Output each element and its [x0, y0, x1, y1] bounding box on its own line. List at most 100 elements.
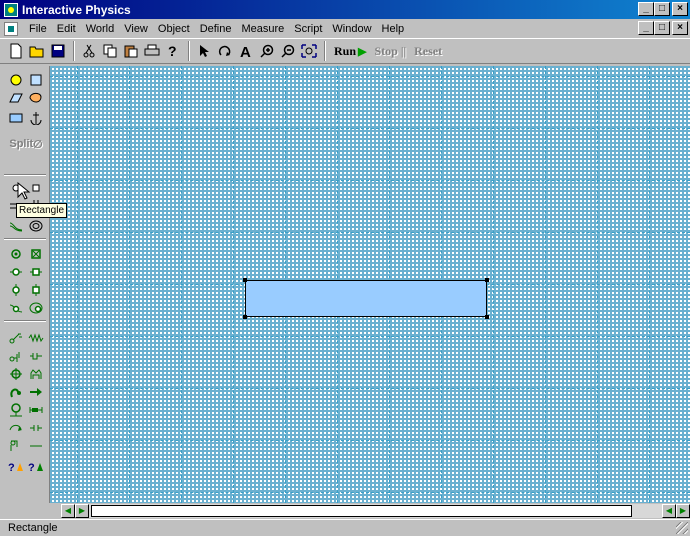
doc-close-button[interactable]: × — [672, 21, 688, 35]
resize-handle[interactable] — [485, 315, 489, 319]
document-icon[interactable] — [4, 21, 18, 36]
maximize-button[interactable]: □ — [654, 2, 670, 16]
scroll-track[interactable] — [89, 503, 662, 518]
copy-icon[interactable] — [100, 41, 120, 61]
line-icon[interactable] — [26, 436, 46, 456]
split-label: Split — [9, 138, 34, 150]
zoom-out-icon[interactable] — [278, 41, 298, 61]
new-file-icon[interactable] — [6, 41, 26, 61]
rectangle-body[interactable] — [245, 280, 487, 317]
menu-world[interactable]: World — [81, 23, 120, 35]
resize-grip-icon[interactable] — [676, 522, 688, 534]
scroll-right-icon[interactable]: ▶ — [75, 503, 89, 518]
menu-file[interactable]: File — [24, 23, 52, 35]
menu-window[interactable]: Window — [327, 23, 376, 35]
scroll-end-left-icon[interactable]: ◀ — [662, 503, 676, 518]
stop-label: Stop — [374, 43, 398, 58]
menu-measure[interactable]: Measure — [236, 23, 289, 35]
rigid-joint-icon[interactable] — [26, 244, 46, 264]
torque-icon[interactable] — [6, 418, 26, 438]
status-bar: Rectangle — [0, 519, 690, 536]
spring-damper-icon[interactable] — [26, 346, 46, 366]
rope-icon[interactable] — [6, 382, 26, 402]
zoom-fit-icon[interactable] — [299, 41, 319, 61]
svg-text:?: ? — [8, 462, 15, 473]
curved-slot-icon[interactable] — [6, 216, 26, 236]
cut-icon[interactable] — [79, 41, 99, 61]
menu-help[interactable]: Help — [377, 23, 410, 35]
run-button[interactable]: Run ▶ — [330, 44, 370, 59]
save-icon[interactable] — [48, 41, 68, 61]
scroll-left-icon[interactable]: ◀ — [61, 503, 75, 518]
closed-slot-icon[interactable] — [26, 216, 46, 236]
pulley-icon[interactable] — [6, 364, 26, 384]
keyed-curved-slot-icon[interactable] — [26, 280, 46, 300]
actuator-icon[interactable] — [26, 400, 46, 420]
menu-define[interactable]: Define — [195, 23, 237, 35]
resize-handle[interactable] — [485, 278, 489, 282]
slot-joint-icon[interactable] — [6, 262, 26, 282]
circle-tool-icon[interactable] — [6, 70, 26, 90]
paste-icon[interactable] — [121, 41, 141, 61]
doc-restore-button[interactable]: □ — [654, 21, 670, 35]
slider-control-icon[interactable]: ? — [26, 456, 46, 476]
arrow-pointer-icon[interactable] — [194, 41, 214, 61]
control-input-icon[interactable]: ? — [6, 456, 26, 476]
toolbar: ? A Run ▶ Stop || Reset — [0, 38, 690, 64]
scroll-spacer — [49, 503, 61, 518]
separator-icon[interactable] — [26, 418, 46, 438]
reset-button[interactable]: Reset — [410, 44, 446, 59]
app-icon — [4, 2, 18, 17]
rectangle-tool-icon[interactable] — [6, 108, 26, 128]
force-icon[interactable] — [26, 382, 46, 402]
square-tool-icon[interactable] — [26, 70, 46, 90]
pin-joint-icon[interactable] — [6, 244, 26, 264]
resize-handle[interactable] — [243, 315, 247, 319]
menu-object[interactable]: Object — [153, 23, 195, 35]
split-tool-button[interactable]: Split ∅ — [6, 134, 46, 154]
anchor-tool-icon[interactable] — [26, 108, 46, 128]
zoom-in-icon[interactable] — [257, 41, 277, 61]
help-icon[interactable]: ? — [163, 41, 183, 61]
play-icon: ▶ — [358, 45, 367, 58]
toolbar-separator — [73, 41, 75, 61]
spring-icon[interactable] — [26, 328, 46, 348]
text-tool-icon[interactable]: A — [236, 41, 256, 61]
menu-view[interactable]: View — [119, 23, 153, 35]
horizontal-scrollbar[interactable]: ◀ ▶ ◀ ▶ — [49, 503, 690, 518]
rope-end-icon[interactable] — [6, 436, 26, 456]
grid-line — [50, 76, 690, 77]
curved-body-tool-icon[interactable] — [26, 88, 46, 108]
rod-icon[interactable] — [6, 328, 26, 348]
curved-slot-joint-icon[interactable] — [6, 280, 26, 300]
stop-button[interactable]: Stop || — [370, 44, 410, 59]
damper-icon[interactable] — [6, 346, 26, 366]
motor-icon[interactable] — [6, 400, 26, 420]
doc-minimize-button[interactable]: _ — [638, 21, 654, 35]
svg-text:?: ? — [28, 462, 35, 473]
grid-line — [50, 180, 690, 181]
open-folder-icon[interactable] — [27, 41, 47, 61]
pause-icon: || — [400, 43, 407, 58]
minimize-button[interactable]: _ — [638, 2, 654, 16]
menu-edit[interactable]: Edit — [52, 23, 81, 35]
close-button[interactable]: × — [672, 2, 688, 16]
grid-line — [50, 128, 690, 129]
gear-icon[interactable] — [26, 364, 46, 384]
menu-script[interactable]: Script — [289, 23, 327, 35]
svg-text:A: A — [240, 44, 251, 58]
svg-text:?: ? — [168, 43, 177, 59]
scroll-thumb[interactable] — [91, 504, 632, 517]
split-icon: ∅ — [33, 138, 43, 151]
print-icon[interactable] — [142, 41, 162, 61]
rotate-icon[interactable] — [215, 41, 235, 61]
palette-separator — [4, 320, 46, 322]
curved-joint-icon[interactable] — [6, 298, 26, 318]
workspace-canvas[interactable] — [49, 66, 690, 503]
closed-slot-joint-icon[interactable] — [26, 298, 46, 318]
scroll-end-right-icon[interactable]: ▶ — [676, 503, 690, 518]
resize-handle[interactable] — [243, 278, 247, 282]
polygon-tool-icon[interactable] — [6, 88, 26, 108]
keyed-slot-joint-icon[interactable] — [26, 262, 46, 282]
status-text: Rectangle — [8, 522, 58, 534]
